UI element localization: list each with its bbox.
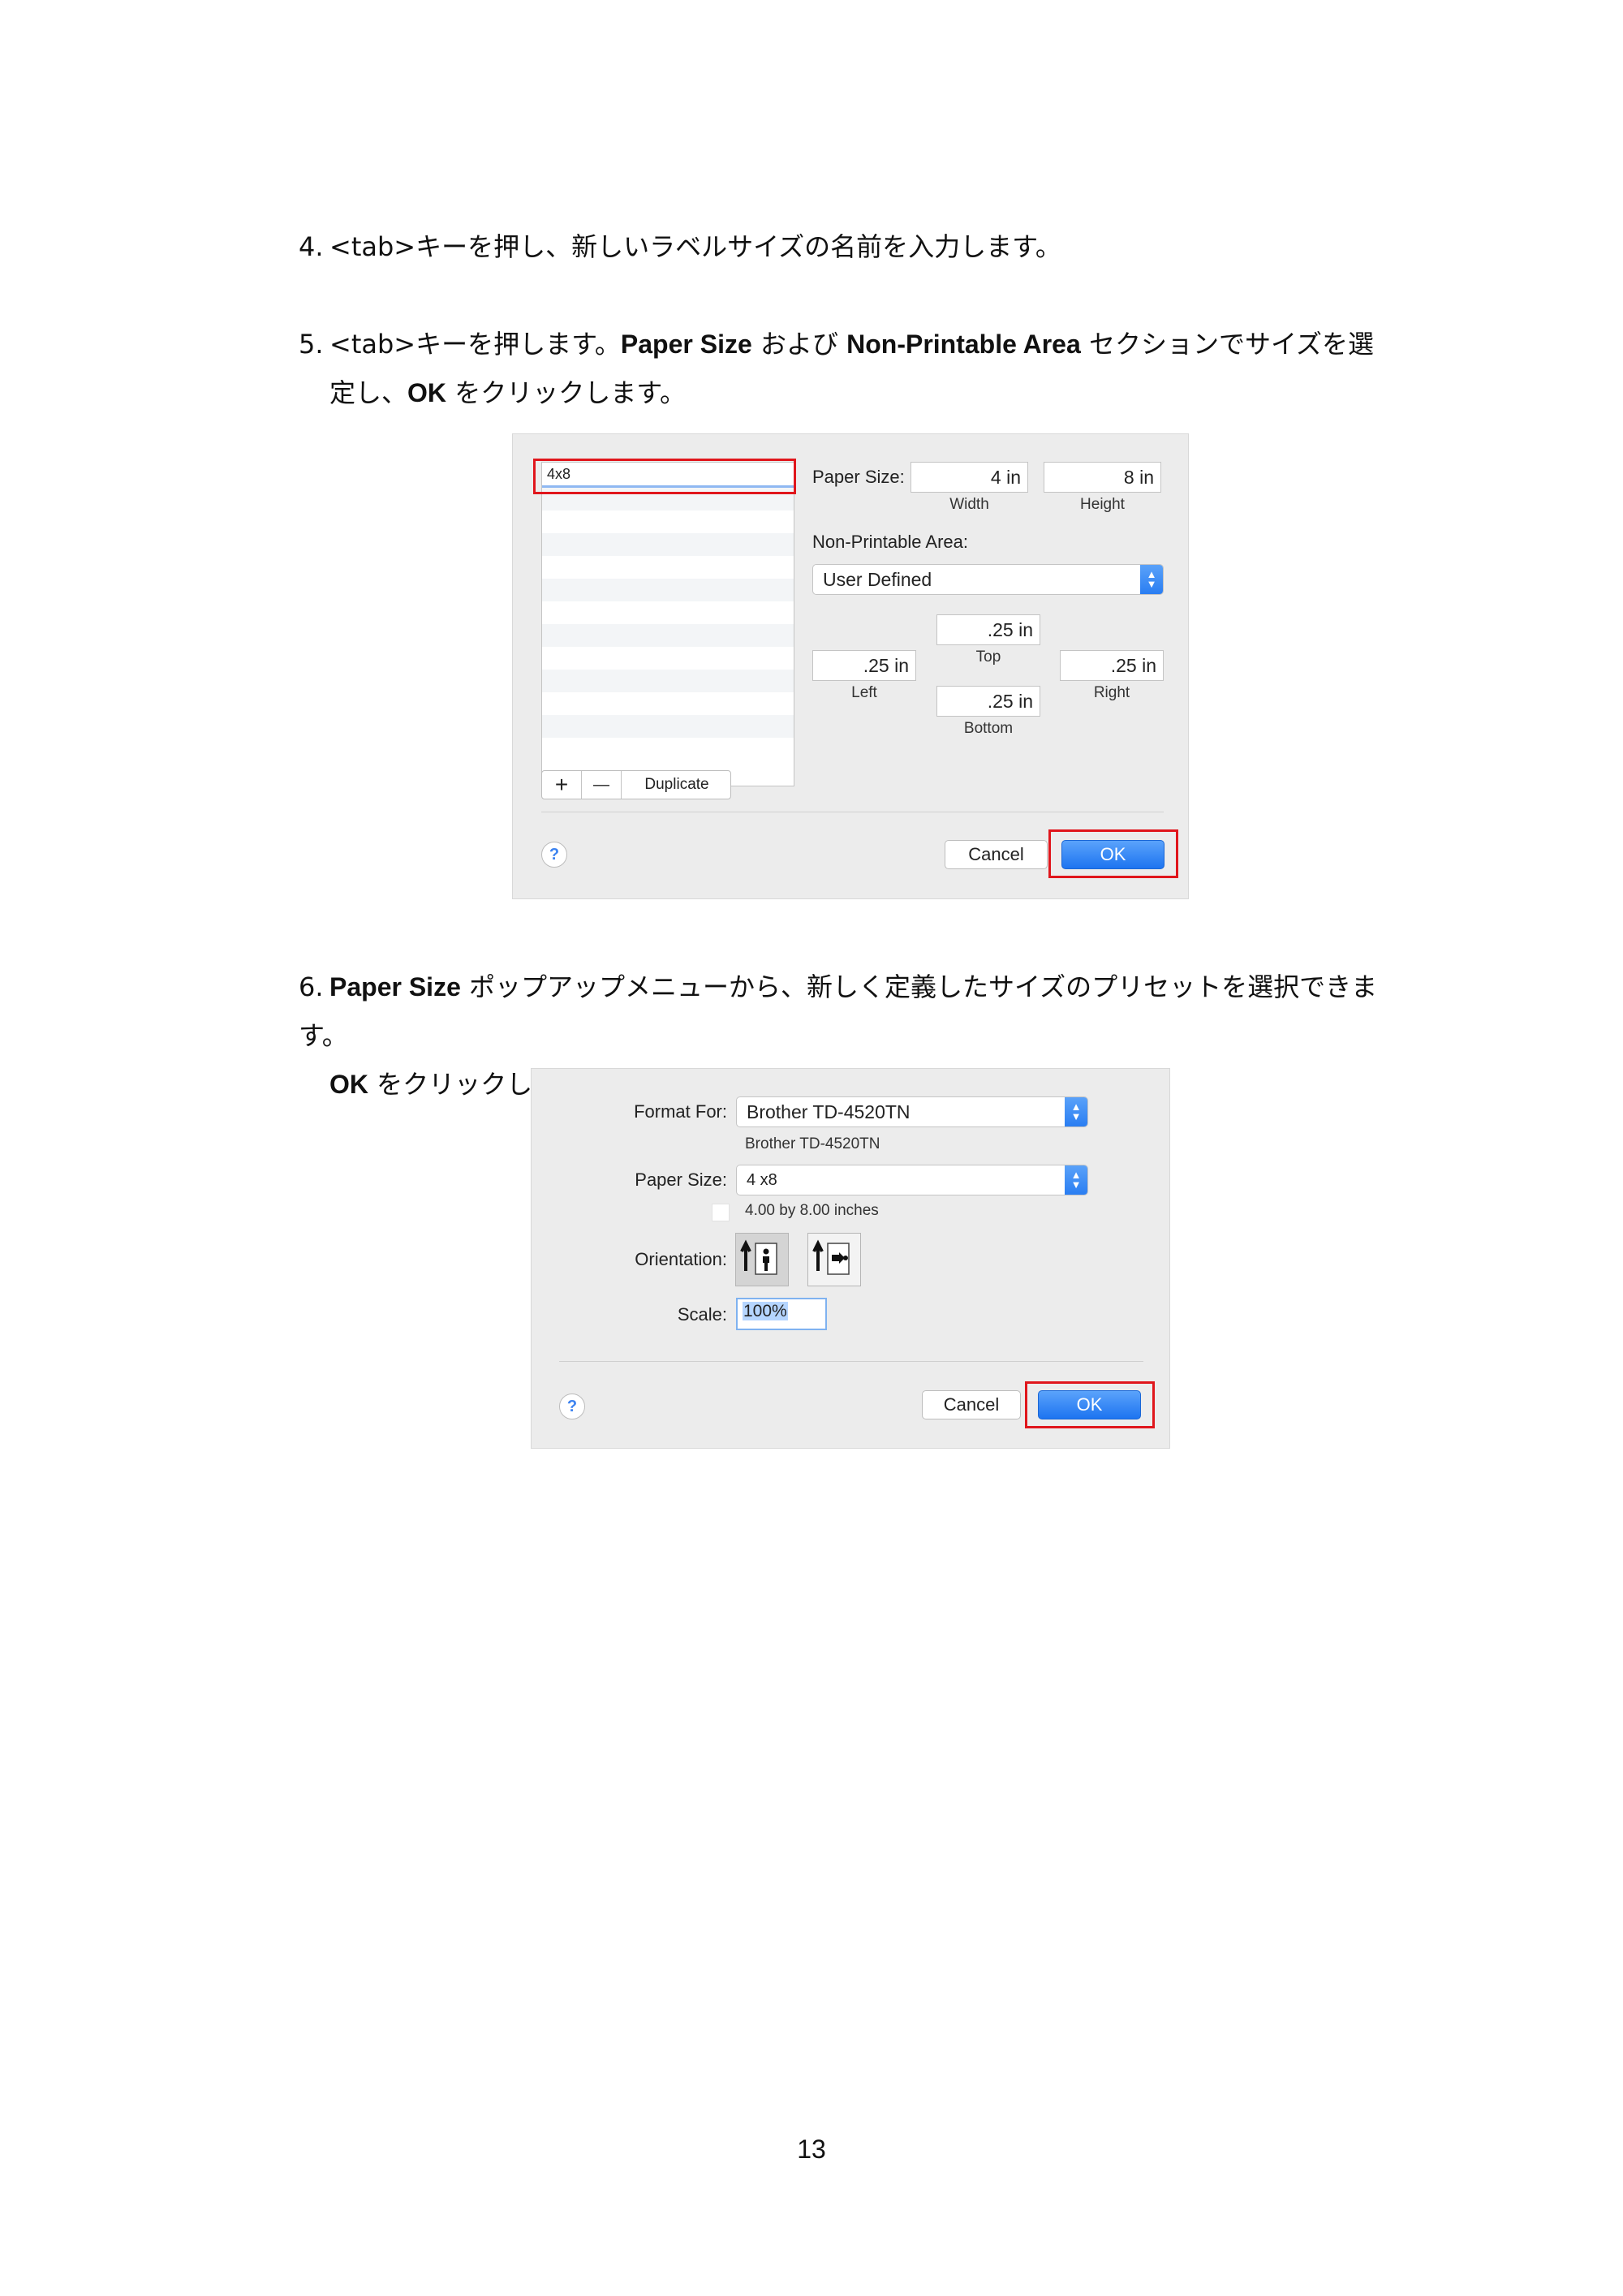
paper-size-term: Paper Size (329, 972, 461, 1002)
height-field[interactable]: 8 in (1044, 462, 1161, 493)
highlight-box (1048, 829, 1178, 878)
portrait-orientation-button[interactable] (735, 1233, 789, 1286)
bottom-margin-field[interactable]: .25 in (936, 686, 1040, 717)
step-text: 定し、 (329, 377, 408, 408)
height-label: Height (1080, 496, 1125, 513)
format-for-label: Format For: (634, 1101, 727, 1122)
top-margin-label: Top (975, 648, 1001, 666)
paper-size-value: 4 x8 (747, 1171, 777, 1189)
step-number: 6. (299, 971, 324, 1002)
ok-term: OK (329, 1070, 368, 1099)
format-for-subtext: Brother TD-4520TN (745, 1135, 880, 1152)
non-printable-area-value: User Defined (823, 569, 932, 590)
step-text: ポップアップメニューから、新しく定義したサイズのプリセットを選択できます。 (299, 971, 1378, 1051)
step-number: 4. (299, 231, 324, 262)
scale-field[interactable]: 100% (736, 1298, 827, 1330)
width-label: Width (949, 496, 989, 513)
non-printable-area-label: Non-Printable Area: (812, 532, 968, 552)
ok-term: OK (407, 378, 447, 407)
page-number: 13 (797, 2134, 826, 2164)
right-margin-field[interactable]: .25 in (1060, 650, 1164, 681)
paper-size-select[interactable]: 4 x8 ▲ ▼ (736, 1165, 1088, 1195)
cancel-button[interactable]: Cancel (945, 840, 1048, 869)
highlight-box (1025, 1381, 1155, 1428)
list-controls: + — Duplicate (541, 770, 731, 799)
select-arrows-icon: ▲ ▼ (1065, 1097, 1087, 1126)
width-field[interactable]: 4 in (911, 462, 1028, 493)
step-text: <tab>キーを押します。 (329, 329, 621, 360)
select-arrows-icon: ▲ ▼ (1065, 1165, 1087, 1195)
add-button[interactable]: + (542, 771, 582, 799)
step-text: <tab>キーを押し、新しいラベルサイズの名前を入力します。 (329, 231, 1061, 262)
remove-button[interactable]: — (582, 771, 622, 799)
landscape-orientation-icon (812, 1239, 850, 1275)
divider (559, 1361, 1143, 1362)
scale-value: 100% (743, 1302, 788, 1320)
non-printable-area-select[interactable]: User Defined ▲ ▼ (812, 564, 1164, 595)
step-5: 5. <tab>キーを押します。Paper Size および Non-Printa… (299, 320, 1419, 417)
step-4: 4. <tab>キーを押し、新しいラベルサイズの名前を入力します。 (299, 222, 1419, 271)
portrait-orientation-icon (740, 1239, 777, 1275)
step-text: セクションでサイズを選 (1080, 329, 1374, 360)
custom-paper-size-dialog: 4x8 Paper Size: 4 in Width 8 in Height N… (512, 433, 1189, 899)
help-icon[interactable]: ? (559, 1394, 585, 1419)
landscape-orientation-button[interactable] (807, 1233, 861, 1286)
paper-size-label: Paper Size: (635, 1170, 727, 1190)
orientation-label: Orientation: (635, 1249, 727, 1269)
bottom-margin-label: Bottom (963, 720, 1014, 737)
paper-size-subtext: 4.00 by 8.00 inches (745, 1202, 879, 1219)
paper-size-term: Paper Size (620, 330, 752, 359)
select-arrows-icon: ▲ ▼ (1140, 565, 1163, 594)
step-text: をクリックします。 (446, 377, 686, 408)
non-printable-area-term: Non-Printable Area (846, 330, 1081, 359)
help-icon[interactable]: ? (541, 842, 567, 868)
right-margin-label: Right (1093, 684, 1130, 701)
format-for-select[interactable]: Brother TD-4520TN ▲ ▼ (736, 1096, 1088, 1127)
left-margin-field[interactable]: .25 in (812, 650, 916, 681)
format-for-value: Brother TD-4520TN (747, 1101, 911, 1122)
cancel-button[interactable]: Cancel (922, 1390, 1021, 1419)
left-margin-label: Left (851, 684, 877, 701)
paper-size-list[interactable]: 4x8 (541, 462, 794, 786)
page-setup-dialog: Format For: Brother TD-4520TN ▲ ▼ Brother… (531, 1068, 1170, 1449)
step-text: および (751, 329, 847, 360)
step-number: 5. (299, 329, 324, 360)
scale-label: Scale: (677, 1304, 727, 1325)
highlight-box (533, 459, 796, 494)
duplicate-button[interactable]: Duplicate (622, 771, 732, 799)
top-margin-field[interactable]: .25 in (936, 614, 1040, 645)
paper-size-label: Paper Size: (812, 467, 905, 487)
page-preview-icon (712, 1204, 730, 1221)
